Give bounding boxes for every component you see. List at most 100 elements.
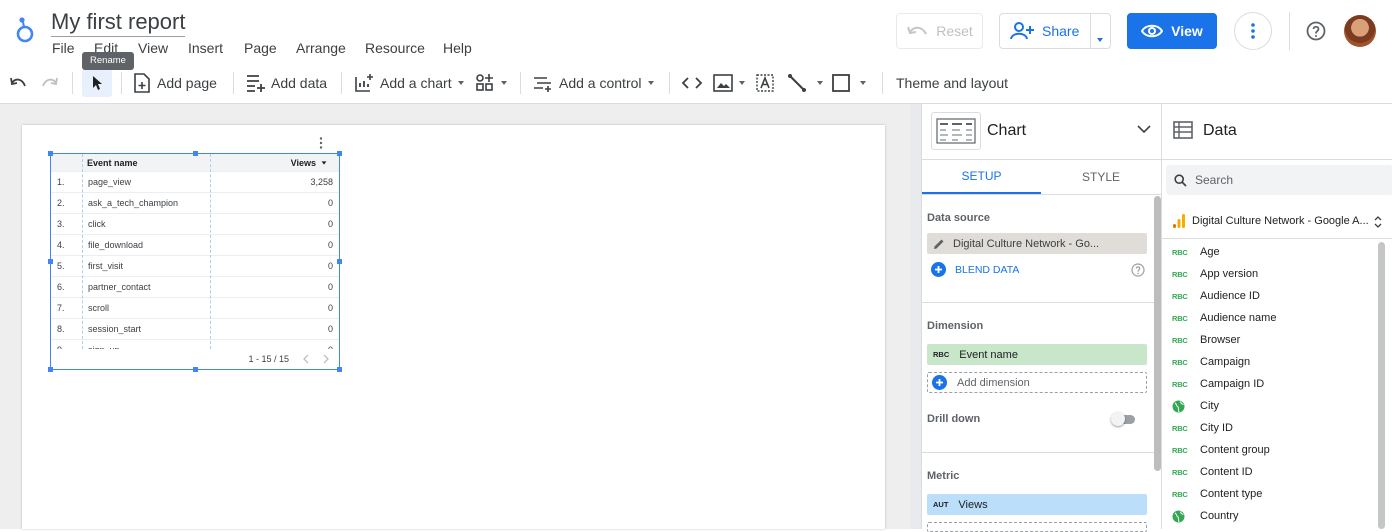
dimension-chip-event-name[interactable]: RBC Event name: [927, 344, 1147, 365]
add-dimension-button[interactable]: Add dimension: [927, 372, 1147, 393]
view-button[interactable]: View: [1127, 13, 1217, 49]
field-name: Campaign ID: [1200, 378, 1265, 390]
metric-chip-views[interactable]: AUT Views: [927, 494, 1147, 515]
menu-page[interactable]: Page: [244, 40, 277, 56]
field-item[interactable]: Country: [1172, 505, 1239, 527]
row-number: 3.: [57, 219, 65, 229]
menu-insert[interactable]: Insert: [188, 40, 223, 56]
menu-file[interactable]: File: [52, 40, 75, 56]
more-options-icon[interactable]: [1234, 12, 1272, 50]
field-item[interactable]: RBC Campaign ID: [1172, 373, 1264, 395]
drill-down-toggle[interactable]: [1111, 412, 1135, 426]
column-divider: [210, 154, 211, 354]
add-data-button[interactable]: Add data: [245, 62, 327, 104]
table-row[interactable]: 3. click 0: [51, 214, 339, 235]
chevron-right-icon[interactable]: [323, 354, 329, 364]
data-source-header[interactable]: Digital Culture Network - Google A...: [1172, 213, 1384, 229]
looker-studio-logo-icon[interactable]: [14, 14, 38, 44]
undo-button[interactable]: [9, 62, 27, 104]
avatar[interactable]: [1344, 15, 1376, 47]
resize-handle[interactable]: [48, 151, 53, 156]
toolbar-divider: [72, 72, 73, 94]
field-item[interactable]: RBC Audience name: [1172, 307, 1276, 329]
menu-view[interactable]: View: [138, 40, 168, 56]
share-dropdown-icon[interactable]: [1097, 29, 1103, 45]
field-item[interactable]: RBC Content group: [1172, 439, 1270, 461]
field-item[interactable]: RBC Content type: [1172, 483, 1262, 505]
table-row[interactable]: 2. ask_a_tech_champion 0: [51, 193, 339, 214]
chevron-down-icon: [817, 81, 823, 85]
menu-resource[interactable]: Resource: [365, 40, 425, 56]
chart-menu-icon[interactable]: [319, 137, 323, 149]
redo-button[interactable]: [41, 62, 59, 104]
help-icon[interactable]: [1131, 263, 1145, 277]
report-title[interactable]: My first report: [51, 8, 186, 37]
toolbar-divider: [882, 72, 883, 94]
chevron-left-icon[interactable]: [303, 354, 309, 364]
panel-scrollbar[interactable]: [1154, 196, 1161, 471]
table-header-event-name[interactable]: Event name: [87, 154, 138, 171]
search-field[interactable]: Search: [1166, 165, 1392, 195]
table-row[interactable]: 5. first_visit 0: [51, 256, 339, 277]
field-item[interactable]: RBC Campaign: [1172, 351, 1250, 373]
field-name: App version: [1200, 268, 1259, 280]
resize-handle[interactable]: [337, 367, 342, 372]
add-chart-button[interactable]: Add a chart: [354, 62, 464, 104]
table-chart-type-icon[interactable]: [931, 112, 981, 150]
resize-handle[interactable]: [337, 151, 342, 156]
resize-handle[interactable]: [48, 367, 53, 372]
add-control-button[interactable]: Add a control: [533, 62, 654, 104]
table-row[interactable]: 1. page_view 3,258: [51, 172, 339, 193]
resize-handle[interactable]: [48, 259, 53, 264]
menu-arrange[interactable]: Arrange: [296, 40, 346, 56]
undo-icon: [906, 24, 928, 38]
share-button[interactable]: Share: [999, 13, 1111, 49]
add-metric-button[interactable]: [927, 522, 1147, 532]
toolbar-divider: [669, 72, 670, 94]
embed-url-button[interactable]: [681, 62, 703, 104]
add-data-icon: [245, 73, 265, 93]
table-chart[interactable]: Event name Views 1. page_view 3,258 2. ask_a…: [50, 153, 340, 370]
table-row[interactable]: 4. file_download 0: [51, 235, 339, 256]
reset-button[interactable]: Reset: [896, 13, 983, 49]
row-views-value: 0: [327, 198, 333, 208]
field-item[interactable]: RBC App version: [1172, 263, 1258, 285]
chevron-down-icon: [739, 81, 745, 85]
image-button[interactable]: [713, 62, 745, 104]
tab-setup[interactable]: SETUP: [922, 160, 1041, 194]
menu-help[interactable]: Help: [443, 40, 472, 56]
community-viz-button[interactable]: [475, 62, 507, 104]
resize-handle[interactable]: [193, 367, 198, 372]
field-item[interactable]: RBC Content ID: [1172, 461, 1253, 483]
text-type-icon: RBC: [933, 350, 950, 359]
text-button[interactable]: [755, 62, 775, 104]
shape-button[interactable]: [832, 62, 866, 104]
resize-handle[interactable]: [193, 151, 198, 156]
field-item[interactable]: RBC City ID: [1172, 417, 1233, 439]
chevron-down-icon[interactable]: [1137, 125, 1151, 134]
row-event-name: click: [88, 219, 106, 229]
field-item[interactable]: RBC Age: [1172, 241, 1220, 263]
data-source-chip[interactable]: Digital Culture Network - Go...: [927, 233, 1147, 254]
table-header-views[interactable]: Views: [291, 154, 327, 171]
field-item[interactable]: City: [1172, 395, 1219, 417]
share-label: Share: [1042, 23, 1080, 39]
collapse-icon[interactable]: [1373, 215, 1383, 229]
help-icon[interactable]: [1306, 21, 1326, 41]
field-item[interactable]: RBC Browser: [1172, 329, 1240, 351]
table-row[interactable]: 6. partner_contact 0: [51, 277, 339, 298]
line-button[interactable]: [787, 62, 823, 104]
add-page-button[interactable]: Add page: [133, 62, 217, 104]
text-type-icon: RBC: [1172, 291, 1188, 301]
table-row[interactable]: 8. session_start 0: [51, 319, 339, 340]
field-list-scrollbar[interactable]: [1378, 242, 1385, 529]
section-divider: [922, 452, 1154, 453]
select-tool-button[interactable]: [82, 69, 112, 97]
table-row[interactable]: 7. scroll 0: [51, 298, 339, 319]
theme-layout-button[interactable]: Theme and layout: [896, 62, 1008, 104]
tab-style[interactable]: STYLE: [1041, 160, 1161, 194]
resize-handle[interactable]: [337, 259, 342, 264]
blend-data-button[interactable]: BLEND DATA: [931, 262, 1019, 277]
pencil-icon[interactable]: [933, 238, 945, 250]
field-item[interactable]: RBC Audience ID: [1172, 285, 1260, 307]
